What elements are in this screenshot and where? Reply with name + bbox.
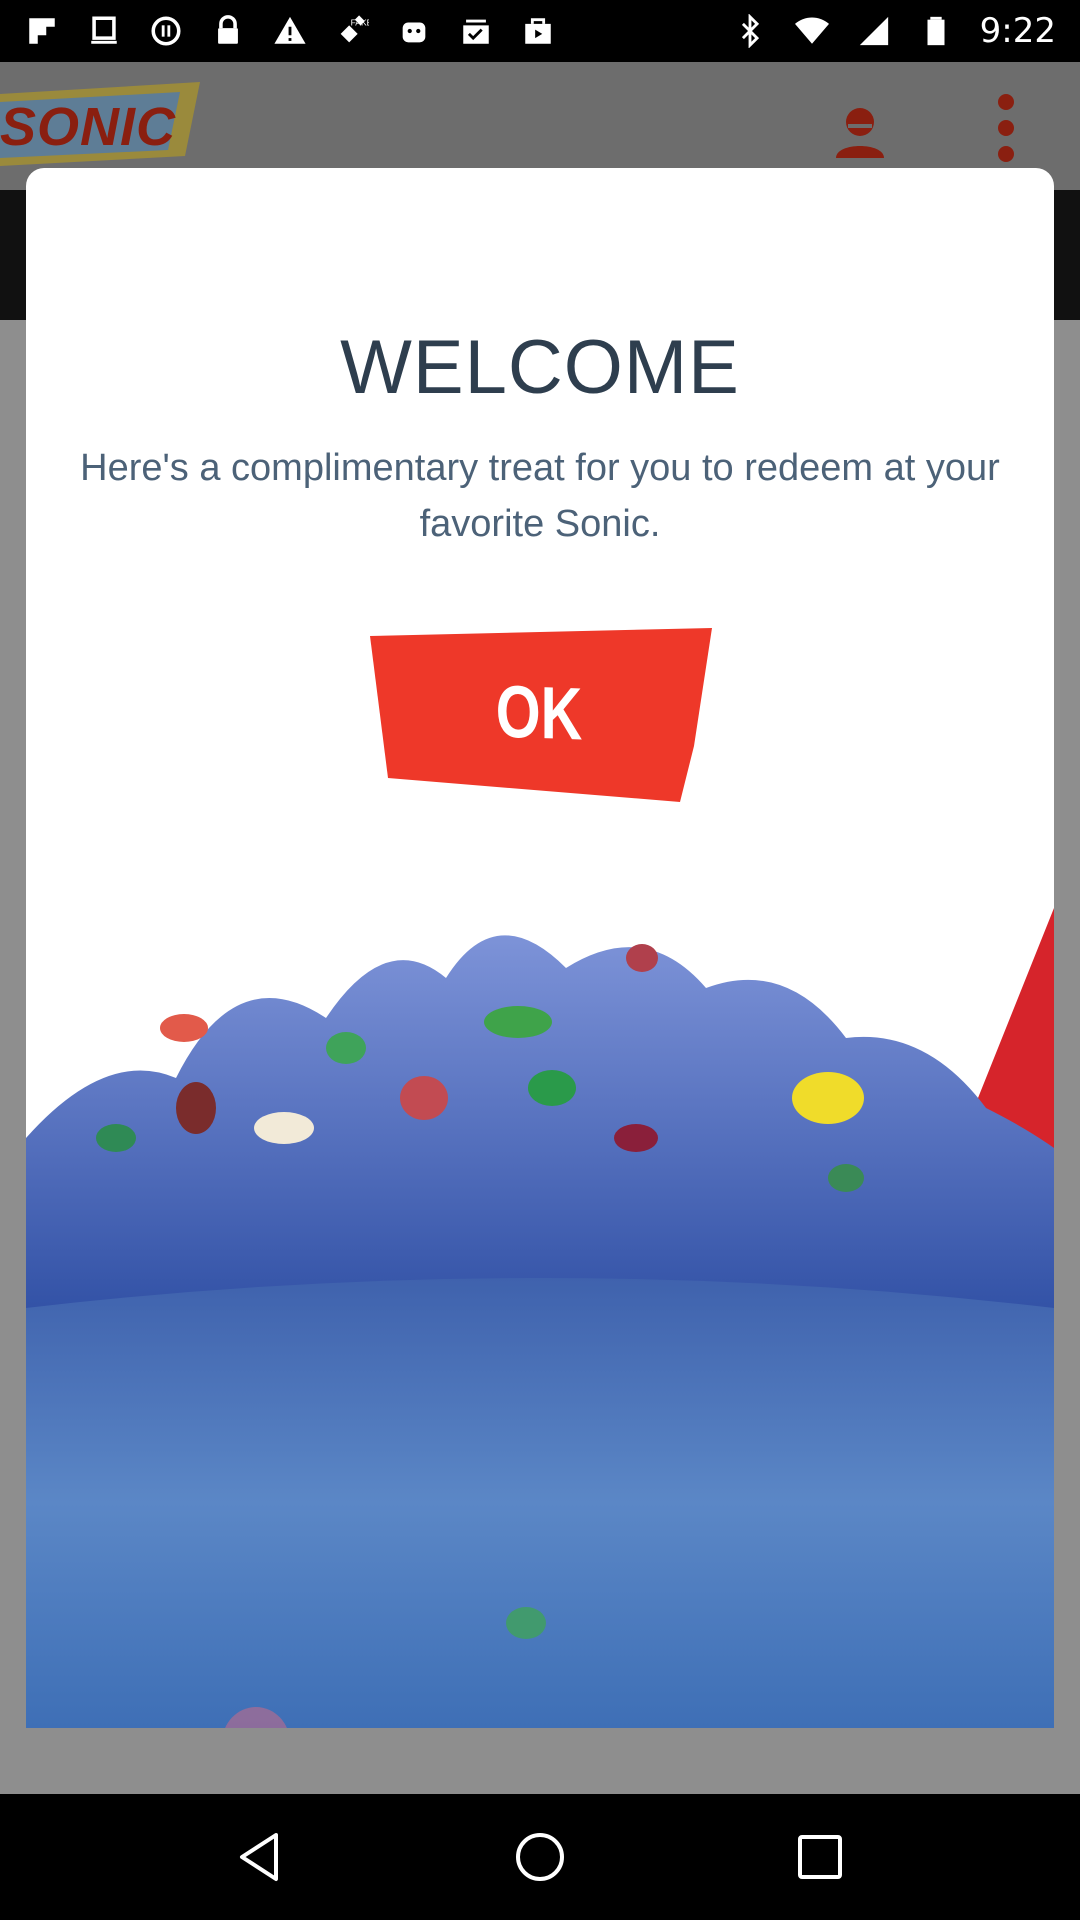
lock-icon: [210, 13, 246, 49]
flipboard-icon: [24, 13, 60, 49]
dim-overlay-bottom: [0, 1728, 1080, 1794]
media-icon: [148, 13, 184, 49]
signal-icon: [856, 13, 892, 49]
play-store-icon: [520, 13, 556, 49]
checked-box-icon: [458, 13, 494, 49]
navigation-bar: [0, 1794, 1080, 1920]
bluetooth-icon: [732, 13, 768, 49]
notification-icon: [86, 13, 122, 49]
dialog-message: Here's a complimentary treat for you to …: [80, 447, 1000, 545]
status-left-icons: FAKE: [24, 13, 556, 49]
ok-button[interactable]: OK: [366, 628, 712, 802]
status-bar: FAKE 9:22: [0, 0, 1080, 62]
svg-text:FAKE: FAKE: [351, 17, 369, 27]
blue-slush-treat-image: [26, 808, 1054, 1728]
warning-icon: [272, 13, 308, 49]
wifi-icon: [794, 13, 830, 49]
home-icon[interactable]: [505, 1822, 575, 1892]
status-time: 9:22: [979, 11, 1056, 51]
back-icon[interactable]: [225, 1822, 295, 1892]
fake-gps-icon: FAKE: [334, 13, 370, 49]
dialog-title: WELCOME: [340, 325, 740, 410]
more-vert-icon[interactable]: [992, 92, 1020, 164]
welcome-dialog: WELCOME Here's a complimentary treat for…: [26, 168, 1054, 1728]
ok-button-label: OK: [495, 669, 583, 756]
android-icon: [396, 13, 432, 49]
recents-icon[interactable]: [785, 1822, 855, 1892]
battery-icon: [918, 13, 954, 49]
status-right-icons: 9:22: [732, 11, 1056, 51]
sonic-logo: SONIC: [0, 74, 210, 168]
profile-icon[interactable]: [832, 102, 888, 158]
